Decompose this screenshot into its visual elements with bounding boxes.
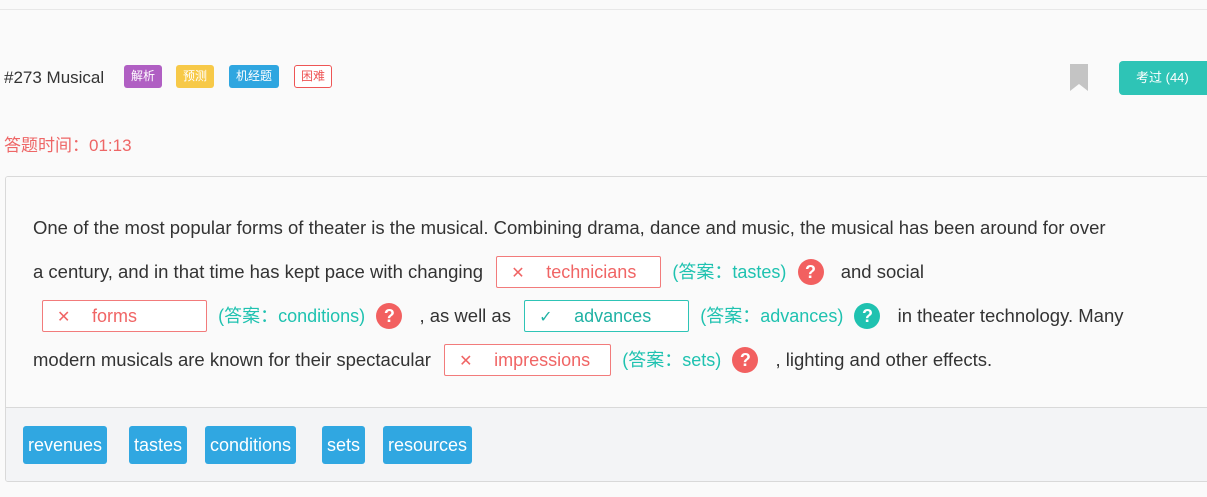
passage-line-2: a century, and in that time has kept pac… xyxy=(33,255,924,289)
passage-text: in theater technology. Many xyxy=(897,305,1124,327)
correct-answer: (答案：conditions) xyxy=(218,306,366,327)
question-title: #273 Musical xyxy=(4,68,105,87)
exam-count-button[interactable]: 考过 (44) xyxy=(1119,61,1207,95)
answer-timer: 答题时间：01:13 xyxy=(4,136,132,155)
answer-blank-1[interactable]: ✕ technicians xyxy=(496,256,662,289)
passage-line-1: One of the most popular forms of theater… xyxy=(33,211,1106,243)
question-panel: One of the most popular forms of theater… xyxy=(5,176,1207,482)
option-chip[interactable]: resources xyxy=(383,426,473,464)
question-help-icon[interactable]: ? xyxy=(854,303,881,330)
tag-prediction: 预测 xyxy=(176,65,215,88)
passage-text: modern musicals are known for their spec… xyxy=(33,349,431,371)
passage-text: One of the most popular forms of theater… xyxy=(33,217,1106,239)
option-chip[interactable]: revenues xyxy=(23,426,108,464)
question-header: #273 Musical 解析 预测 机经题 困难 考过 (44) xyxy=(0,61,1207,95)
option-bank: revenues tastes conditions sets resource… xyxy=(6,407,1207,481)
wrong-mark-icon: ✕ xyxy=(57,309,71,327)
passage-text: a century, and in that time has kept pac… xyxy=(33,261,484,283)
top-divider xyxy=(0,9,1207,10)
passage: One of the most popular forms of theater… xyxy=(6,177,1207,408)
question-help-icon[interactable]: ? xyxy=(732,347,759,374)
passage-text: , as well as xyxy=(419,305,511,327)
correct-answer: (答案：sets) xyxy=(622,350,722,371)
passage-text: and social xyxy=(840,261,924,283)
user-answer: advances xyxy=(574,306,652,327)
option-chip[interactable]: sets xyxy=(322,426,366,464)
answer-blank-3[interactable]: ✓ advances xyxy=(524,300,690,333)
user-answer: forms xyxy=(92,306,138,327)
option-chip[interactable]: conditions xyxy=(205,426,297,464)
question-help-icon[interactable]: ? xyxy=(797,259,824,286)
answer-blank-2[interactable]: ✕ forms xyxy=(42,300,207,333)
answer-blank-4[interactable]: ✕ impressions xyxy=(444,344,612,377)
tag-exam-question: 机经题 xyxy=(229,65,280,88)
user-answer: technicians xyxy=(546,262,637,283)
passage-line-3: ✕ forms (答案：conditions) ? , as well as ✓… xyxy=(34,299,1124,333)
check-mark-icon: ✓ xyxy=(539,309,553,327)
correct-answer: (答案：advances) xyxy=(700,306,844,327)
correct-answer: (答案：tastes) xyxy=(672,262,787,283)
tag-analysis[interactable]: 解析 xyxy=(124,65,163,88)
bookmark-icon[interactable] xyxy=(1070,64,1088,91)
passage-text: , lighting and other effects. xyxy=(775,349,993,371)
option-chip[interactable]: tastes xyxy=(129,426,188,464)
tag-difficulty: 困难 xyxy=(294,65,333,88)
wrong-mark-icon: ✕ xyxy=(459,353,473,371)
user-answer: impressions xyxy=(494,350,591,371)
passage-line-4: modern musicals are known for their spec… xyxy=(33,343,993,377)
question-help-icon[interactable]: ? xyxy=(376,303,403,330)
wrong-mark-icon: ✕ xyxy=(511,265,525,283)
